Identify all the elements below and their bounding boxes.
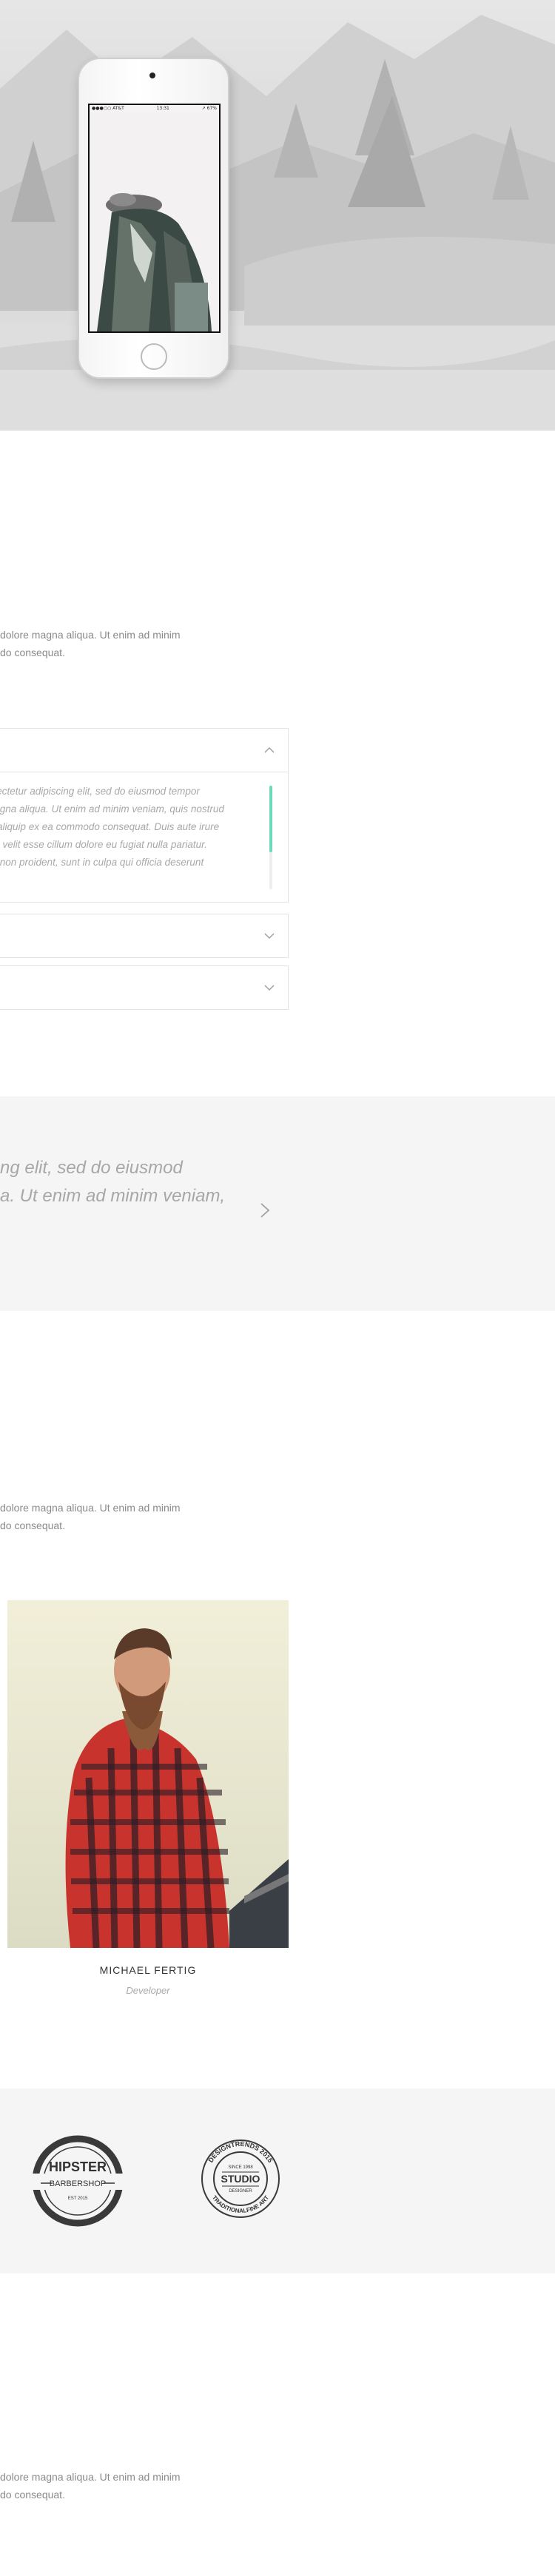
hipster-barbershop-logo: HIPSTER BARBERSHOP EST 2015 <box>31 2135 124 2227</box>
phone-status-bar: ●●●○○ AT&T 13:31 ↗ 67% <box>90 105 219 112</box>
chevron-up-icon[interactable] <box>264 745 275 755</box>
phone-screen: ●●●○○ AT&T 13:31 ↗ 67% <box>88 104 221 333</box>
intro-text-1-line-1: dolore magna aliqua. Ut enim ad minim <box>0 629 181 641</box>
phone-home-button <box>141 343 167 370</box>
hipster-logo-title: HIPSTER <box>49 2159 107 2174</box>
intro-text-3-line-2: do consequat. <box>0 2489 65 2501</box>
accordion-item-3[interactable] <box>0 965 289 1010</box>
chevron-right-icon[interactable] <box>258 1201 272 1219</box>
chevron-down-icon[interactable] <box>264 982 275 993</box>
intro-text-2: dolore magna aliqua. Ut enim ad minim do… <box>0 1499 222 1534</box>
intro-text-3-line-1: dolore magna aliqua. Ut enim ad minim <box>0 2471 181 2483</box>
intro-text-1-line-2: do consequat. <box>0 647 65 658</box>
team-member-photo <box>7 1600 289 1948</box>
phone-time: 13:31 <box>156 106 169 111</box>
phone-speaker <box>149 73 155 78</box>
intro-text-2-line-2: do consequat. <box>0 1520 65 1531</box>
testimonial-line-1: ng elit, sed do eiusmod <box>0 1158 183 1178</box>
client-logos-band: HIPSTER BARBERSHOP EST 2015 DESIGNTRENDS… <box>0 2088 555 2273</box>
accordion-body-line: ut aliquip ex ea commodo consequat. Duis… <box>0 821 220 832</box>
testimonial-line-2: a. Ut enim ad minim veniam, <box>0 1186 226 1206</box>
phone-battery: ↗ 67% <box>201 106 217 111</box>
accordion-body-line: magna aliqua. Ut enim ad minim veniam, q… <box>0 803 224 815</box>
intro-text-1: dolore magna aliqua. Ut enim ad minim do… <box>0 626 222 661</box>
hipster-logo-subtitle: BARBERSHOP <box>50 2179 106 2188</box>
accordion-header-2[interactable] <box>0 914 288 957</box>
chevron-down-icon[interactable] <box>264 931 275 941</box>
team-member-name: MICHAEL FERTIG <box>99 1964 197 1976</box>
accordion-header-1[interactable] <box>0 729 288 772</box>
studio-logo-title: STUDIO <box>221 2173 260 2185</box>
phone-carrier: ●●●○○ AT&T <box>92 106 124 111</box>
accordion-body-line: ate velit esse cillum dolore eu fugiat n… <box>0 839 207 850</box>
intro-text-2-line-1: dolore magna aliqua. Ut enim ad minim <box>0 1502 181 1514</box>
accordion-item-1: nsectetur adipiscing elit, sed do eiusmo… <box>0 728 289 903</box>
studio-logo-designer: DESIGNER <box>229 2189 252 2194</box>
intro-text-3: dolore magna aliqua. Ut enim ad minim do… <box>0 2468 222 2503</box>
accordion-item-2[interactable] <box>0 914 289 958</box>
phone-screen-image <box>90 112 219 331</box>
hipster-logo-tag: EST 2015 <box>68 2196 88 2201</box>
team-member-role: Developer <box>126 1985 170 1996</box>
designtrends-studio-logo: DESIGNTRENDS 2015 TRADITIONALFINE ART SI… <box>201 2140 280 2218</box>
iphone-mockup: ●●●○○ AT&T 13:31 ↗ 67% <box>78 58 229 379</box>
accordion-body-line: tat non proident, sunt in culpa qui offi… <box>0 857 204 868</box>
testimonial-band: ng elit, sed do eiusmod a. Ut enim ad mi… <box>0 1096 555 1311</box>
accordion-body-line: nsectetur adipiscing elit, sed do eiusmo… <box>0 786 200 797</box>
accordion-header-3[interactable] <box>0 966 288 1009</box>
testimonial-text: ng elit, sed do eiusmod a. Ut enim ad mi… <box>0 1154 225 1210</box>
hero-section: ●●●○○ AT&T 13:31 ↗ 67% <box>0 0 555 431</box>
accordion-scrollbar-thumb[interactable] <box>269 786 272 852</box>
accordion-body-1: nsectetur adipiscing elit, sed do eiusmo… <box>0 772 288 902</box>
studio-logo-since: SINCE 1998 <box>228 2165 253 2170</box>
